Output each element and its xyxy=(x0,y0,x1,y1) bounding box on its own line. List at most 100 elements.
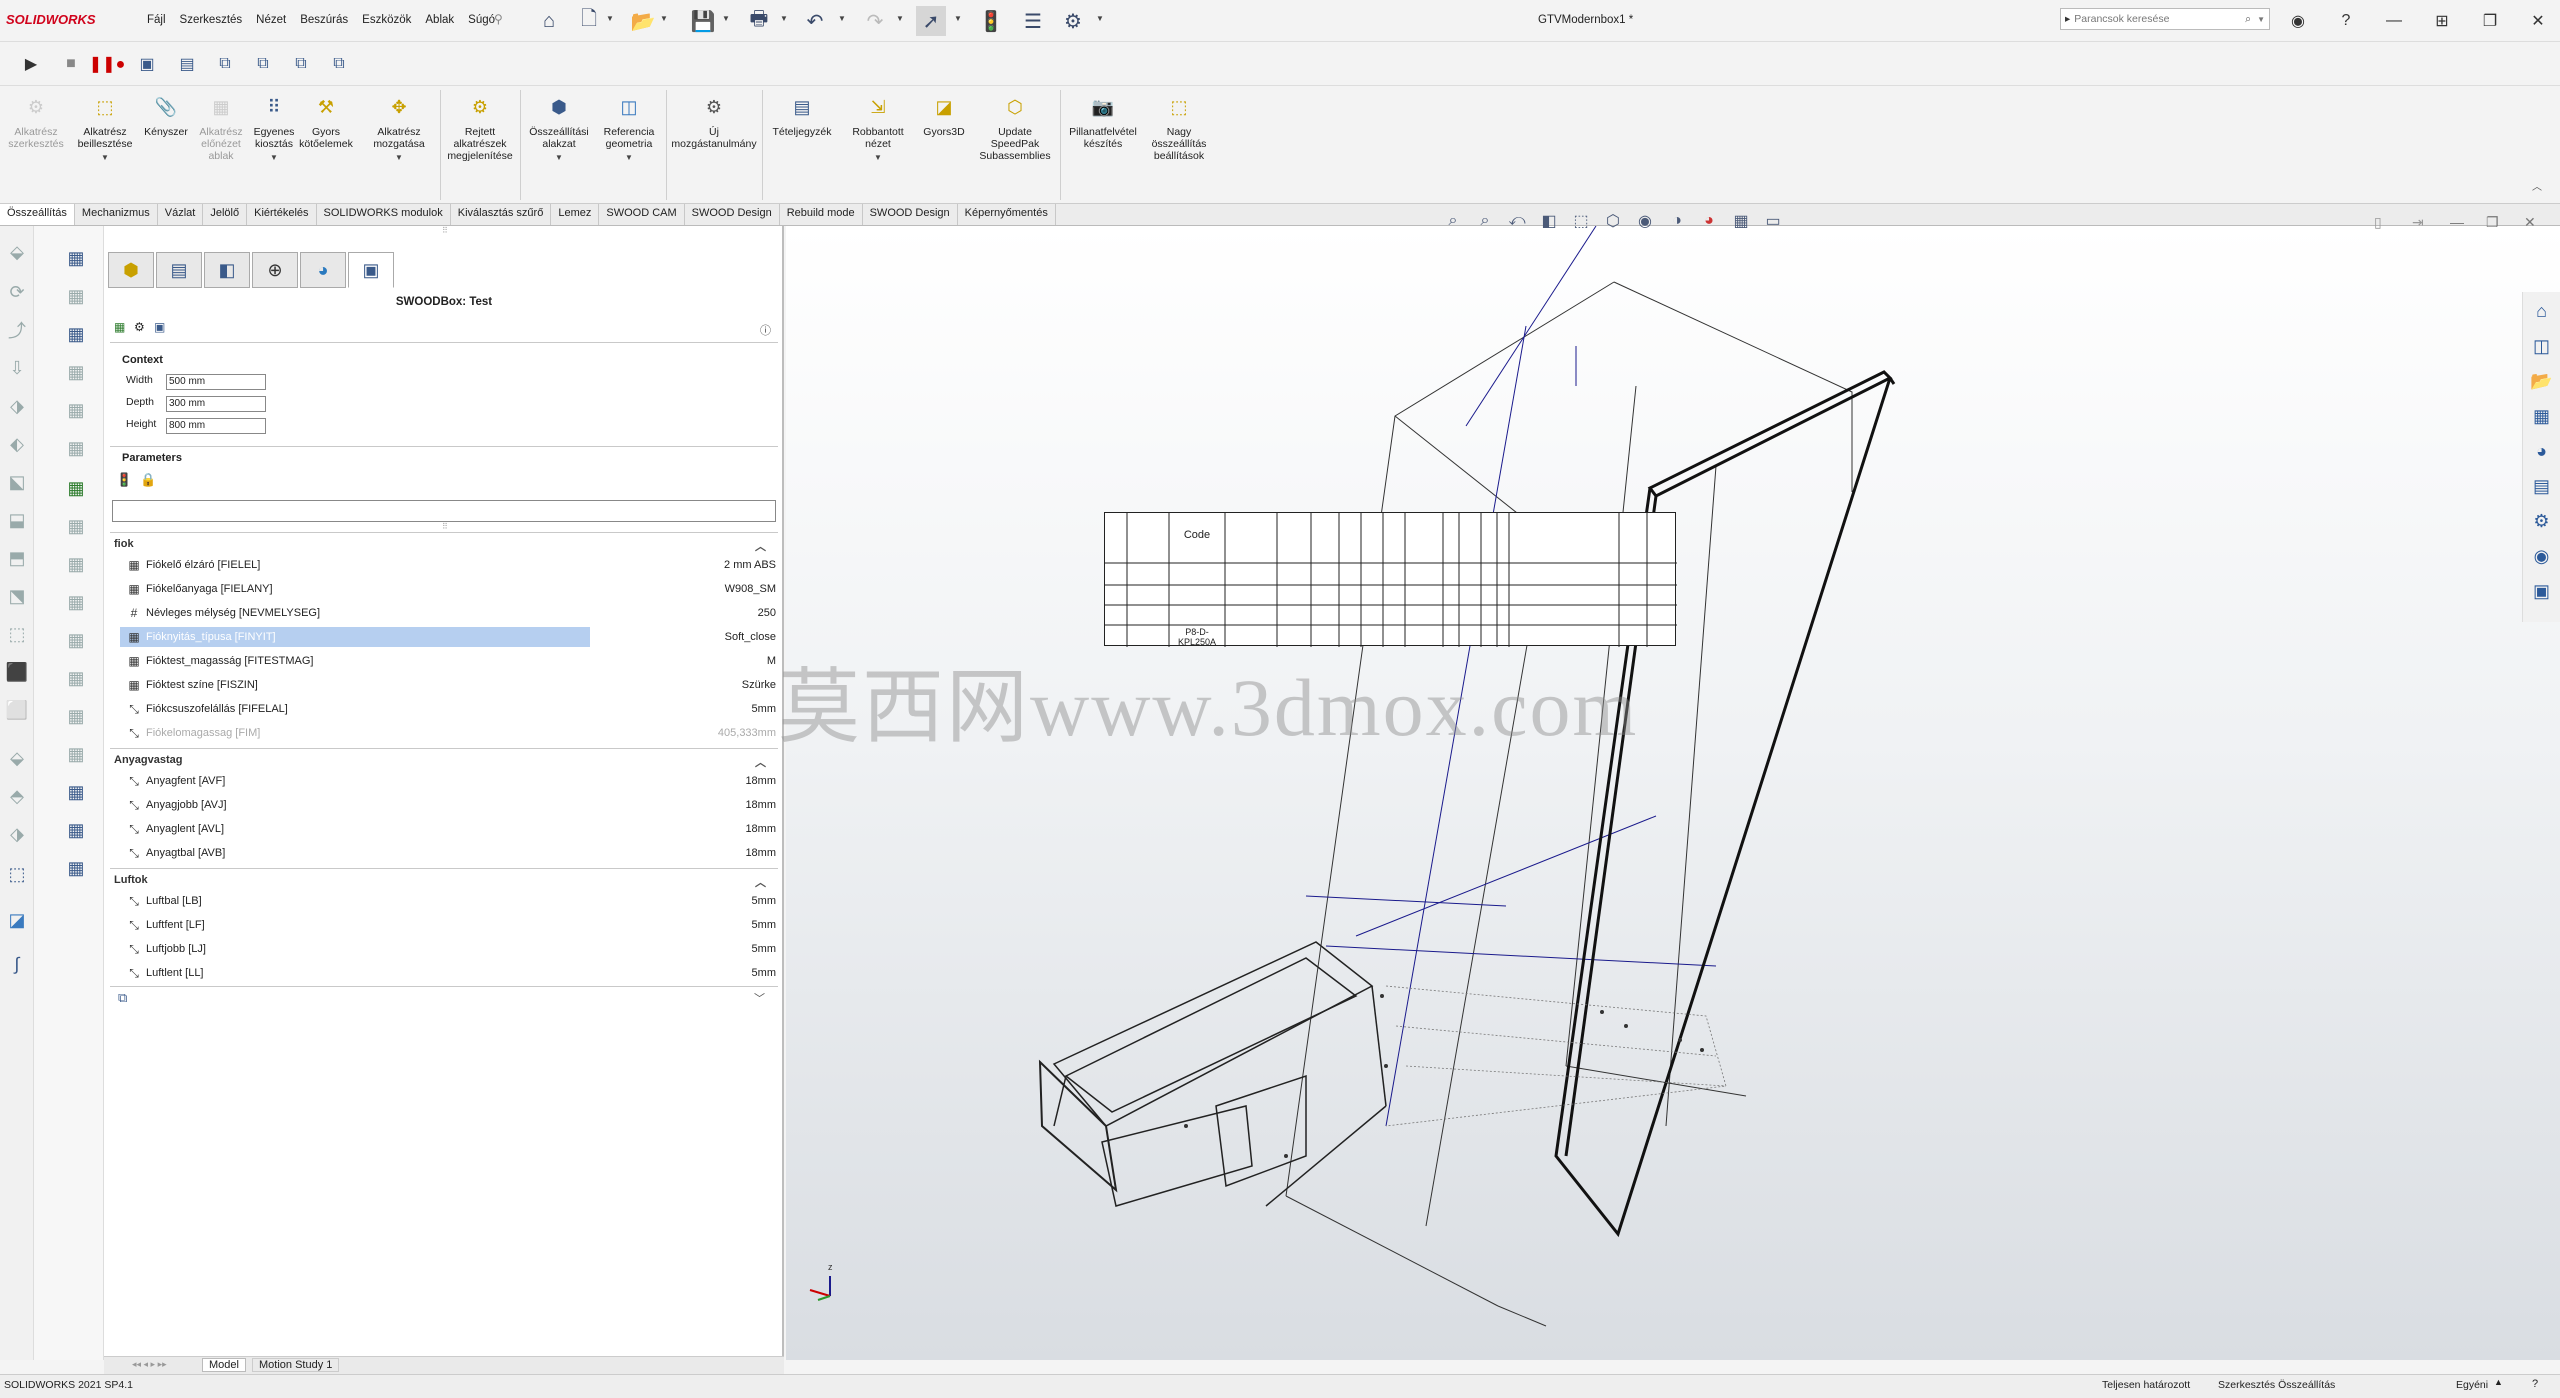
component-preview-button[interactable]: ▦ Alkatrész előnézet ablak xyxy=(192,90,250,162)
help-icon[interactable]: ? xyxy=(2328,6,2364,36)
viewport-close-icon[interactable]: ✕ xyxy=(2524,214,2536,231)
instant3d-button[interactable]: ◪ Gyors3D xyxy=(916,90,972,138)
table-icon[interactable]: ▦ xyxy=(64,436,88,460)
param-row[interactable]: ⤡ Anyagfent [AVF] 18mm xyxy=(126,770,776,792)
new-motion-study-button[interactable]: ⚙ Új mozgástanulmány xyxy=(668,90,760,150)
large-assembly-settings-button[interactable]: ⬚ Nagy összeállítás beállítások xyxy=(1146,90,1212,162)
swood-cam-icon[interactable]: ◉ xyxy=(2526,540,2558,572)
save-icon[interactable]: 💾 xyxy=(688,6,718,36)
param-row[interactable]: ▦ Fiókelő élzáró [FIELEL] 2 mm ABS xyxy=(126,554,776,576)
width-field[interactable]: 500 mm xyxy=(166,374,266,390)
edit-appearance-icon[interactable]: ◕ xyxy=(1696,208,1722,234)
tab-swood-cam[interactable]: SWOOD CAM xyxy=(599,204,685,225)
viewport-link-icon[interactable]: ⇥ xyxy=(2412,214,2424,231)
splitter-handle[interactable]: ⠿ xyxy=(442,226,448,235)
play-icon[interactable]: ▶ xyxy=(16,50,46,78)
dynamic-annotation-icon[interactable]: ⬚ xyxy=(1568,208,1594,234)
menu-edit[interactable]: Szerkesztés xyxy=(173,14,250,26)
file-explorer-icon[interactable]: 📂 xyxy=(2526,365,2558,397)
tool-icon[interactable]: ⬕ xyxy=(5,470,29,494)
drill-tool-icon[interactable]: ◪ xyxy=(5,908,29,932)
param-row[interactable]: ⤡ Anyagjobb [AVJ] 18mm xyxy=(126,794,776,816)
chevron-down-icon[interactable]: ▼ xyxy=(555,152,563,164)
apply-scene-icon[interactable]: ▦ xyxy=(1728,208,1754,234)
table-icon[interactable]: ▦ xyxy=(64,666,88,690)
param-row[interactable]: ⤡ Luftjobb [LJ] 5mm xyxy=(126,938,776,960)
solidworks-resources-icon[interactable]: ⌂ xyxy=(2526,295,2558,327)
smart-fasteners-button[interactable]: ⚒ Gyors kötőelemek xyxy=(299,90,353,150)
chevron-down-icon[interactable]: ▼ xyxy=(625,152,633,164)
chevron-down-icon[interactable]: ▼ xyxy=(2257,15,2265,24)
tool-icon[interactable]: ⬗ xyxy=(5,822,29,846)
group-header-anyagvastag[interactable]: Anyagvastag ︿ xyxy=(114,754,776,769)
tab-sketch[interactable]: Vázlat xyxy=(158,204,204,225)
tab-evaluate[interactable]: Kiértékelés xyxy=(247,204,317,225)
height-field[interactable]: 800 mm xyxy=(166,418,266,434)
redo-icon[interactable]: ↷ xyxy=(860,6,890,36)
command-search-input[interactable]: ▸ Parancsok keresése ⌕ ▼ xyxy=(2060,8,2270,30)
viewport-split-icon[interactable]: ▯ xyxy=(2374,214,2382,231)
tool-icon[interactable]: ⬒ xyxy=(5,546,29,570)
restore-window-icon[interactable]: ❐ xyxy=(2472,6,2508,36)
linear-pattern-button[interactable]: ⠿ Egyenes kiosztás ▼ xyxy=(250,90,298,164)
move-component-button[interactable]: ✥ Alkatrész mozgatása ▼ xyxy=(370,90,428,164)
macro-new-icon[interactable]: ▣ xyxy=(132,50,162,78)
macro-button-icon[interactable]: ⧉ xyxy=(286,50,316,78)
param-row[interactable]: ▦ Fiókelőanyaga [FIELANY] W908_SM xyxy=(126,578,776,600)
chevron-up-icon[interactable]: ︿ xyxy=(755,874,766,890)
param-row[interactable]: ⤡ Luftfent [LF] 5mm xyxy=(126,914,776,936)
undo-icon[interactable]: ↶ xyxy=(800,6,830,36)
status-help-icon[interactable]: ? xyxy=(2532,1378,2538,1390)
new-document-icon[interactable]: 🗋 xyxy=(574,6,604,36)
take-snapshot-button[interactable]: 📷 Pillanatfelvétel készítés xyxy=(1060,90,1146,150)
table-xx-icon[interactable]: ▦ xyxy=(64,856,88,880)
edit-component-button[interactable]: ⚙ Alkatrész szerkesztés xyxy=(6,90,66,150)
param-row[interactable]: ▦ Fióktest_magasság [FITESTMAG] M xyxy=(126,650,776,672)
collapse-ribbon-icon[interactable]: ︿ xyxy=(2532,178,2542,193)
minimize-icon[interactable]: — xyxy=(2376,6,2412,36)
tool-icon[interactable]: ⬗ xyxy=(5,394,29,418)
chevron-down-icon[interactable]: ▼ xyxy=(395,152,403,164)
tab-swood-design[interactable]: SWOOD Design xyxy=(685,204,780,225)
assembly-features-button[interactable]: ⬢ Összeállítási alakzat ▼ xyxy=(524,90,594,164)
tab-scroll-arrows[interactable]: ◂◂ ◂ ▸ ▸▸ xyxy=(132,1359,167,1370)
table-icon[interactable]: ▦ xyxy=(64,628,88,652)
tab-swood-design-2[interactable]: SWOOD Design xyxy=(863,204,958,225)
tab-screen-capture[interactable]: Képernyőmentés xyxy=(958,204,1056,225)
search-icon[interactable]: ⌕ xyxy=(2245,13,2251,26)
tab-markup[interactable]: Jelölő xyxy=(203,204,248,225)
depth-field[interactable]: 300 mm xyxy=(166,396,266,412)
exploded-view-button[interactable]: ⇲ Robbantott nézet ▼ xyxy=(842,90,914,164)
chevron-down-icon[interactable]: ▼ xyxy=(896,14,904,23)
param-row[interactable]: ⤡ Anyagtbal [AVB] 18mm xyxy=(126,842,776,864)
param-row[interactable]: ⤡ Luftlent [LL] 5mm xyxy=(126,962,776,984)
splitter-handle[interactable]: ⠿ xyxy=(442,522,448,531)
display-style-icon[interactable]: ◉ xyxy=(1632,208,1658,234)
tool-icon[interactable]: ⤴ xyxy=(5,318,29,342)
group-header-fiok[interactable]: fiok ︿ xyxy=(114,538,776,553)
table-icon[interactable]: ▦ xyxy=(64,514,88,538)
show-hidden-components-button[interactable]: ⚙ Rejtett alkatrészek megjelenítése xyxy=(444,90,516,162)
chevron-down-icon[interactable]: ▼ xyxy=(1096,14,1104,23)
tab-motion-study[interactable]: Motion Study 1 xyxy=(252,1358,340,1372)
unit-system[interactable]: Egyéni xyxy=(2456,1379,2488,1391)
chevron-down-icon[interactable]: ▼ xyxy=(838,14,846,23)
macro-customize-icon[interactable]: ⧉ xyxy=(324,50,354,78)
settings-icon[interactable]: ⚙ xyxy=(134,320,145,334)
select-cursor-icon[interactable]: ➚ xyxy=(916,6,946,36)
group-header-luftok[interactable]: Luftok ︿ xyxy=(114,874,776,889)
table-icon[interactable]: ▦ xyxy=(64,398,88,422)
view-orientation-icon[interactable]: ⬡ xyxy=(1600,208,1626,234)
configuration-manager-tab[interactable]: ◧ xyxy=(204,252,250,288)
tool-icon[interactable]: ⇩ xyxy=(5,356,29,380)
display-manager-tab[interactable]: ◕ xyxy=(300,252,346,288)
table-edit-icon[interactable]: ▦ xyxy=(64,322,88,346)
tool-icon[interactable]: ⟳ xyxy=(5,280,29,304)
chevron-down-icon[interactable]: ▼ xyxy=(722,14,730,23)
table-icon[interactable]: ▦ xyxy=(64,818,88,842)
graphics-viewport[interactable]: z Code P8-D-KPL250A 莫西网www.3dmox.com xyxy=(778,226,2560,1360)
chevron-down-icon[interactable]: ▼ xyxy=(270,152,278,164)
box-tool-icon[interactable]: ⬚ xyxy=(5,862,29,886)
options-gear-icon[interactable]: ⚙ xyxy=(1058,6,1088,36)
table-icon[interactable]: ▦ xyxy=(64,704,88,728)
